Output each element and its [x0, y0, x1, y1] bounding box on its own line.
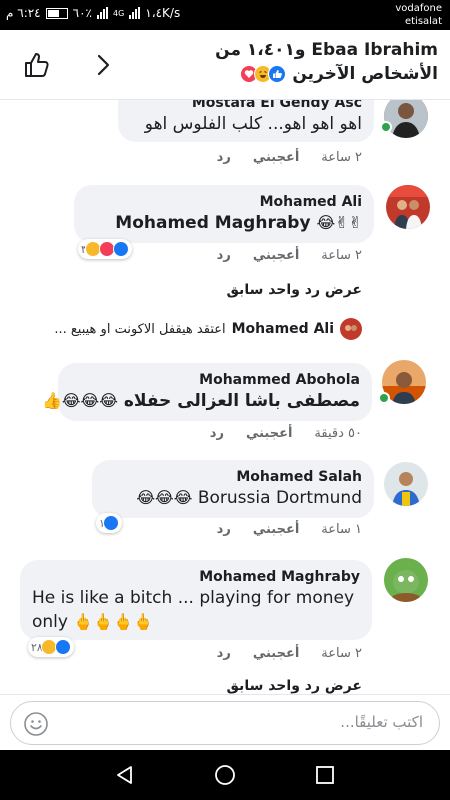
comment-time: ٢ ساعة: [321, 646, 362, 661]
home-icon[interactable]: [214, 764, 236, 786]
smiley-icon[interactable]: [23, 711, 49, 737]
reactors-line-2: الأشخاص الآخرين: [292, 64, 438, 84]
comment-actions: ٢ ساعة أعجبني رد: [217, 248, 362, 263]
comment-emojis: 😂✌✌: [316, 213, 362, 232]
avatar[interactable]: [384, 558, 428, 602]
reactors-summary[interactable]: Ebaa Ibrahim و١،٤٠١ من الأشخاص الآخرين: [98, 38, 438, 86]
comment-input[interactable]: اكتب تعليقًا...: [10, 701, 440, 745]
carrier-2: etisalat: [404, 16, 442, 27]
network-speed: ١،٤K/s: [145, 6, 181, 20]
avatar[interactable]: [384, 462, 428, 506]
comment-text: Borussia Dortmund: [197, 488, 362, 508]
like-link[interactable]: أعجبني: [253, 646, 299, 661]
view-previous-replies[interactable]: عرض رد واحد سابق: [226, 282, 362, 298]
recents-icon[interactable]: [314, 764, 336, 786]
like-link[interactable]: أعجبني: [253, 522, 299, 537]
system-nav-bar: [0, 750, 450, 800]
carrier-names: vodafone etisalat: [395, 2, 442, 28]
comment-text: اهو اهو اهو... كلب الفلوس اهو: [144, 114, 362, 134]
reply-link[interactable]: رد: [217, 646, 231, 661]
comment-time: ٢ ساعة: [321, 248, 362, 263]
reply-link[interactable]: رد: [217, 522, 231, 537]
like-link[interactable]: أعجبني: [253, 150, 299, 165]
comment-author[interactable]: Mostafa El Gendy Asc: [130, 100, 362, 112]
comment-author[interactable]: Mohammed Abohola: [70, 371, 360, 389]
comment-bubble[interactable]: Mohamed Maghraby He is like a bitch ... …: [20, 560, 372, 640]
reaction-count[interactable]: ١: [96, 513, 122, 533]
comment-actions: ٥٠ دقيقة أعجبني رد: [210, 426, 362, 441]
carrier-1: vodafone: [395, 3, 442, 14]
comment-placeholder: اكتب تعليقًا...: [340, 713, 423, 731]
network-type: 4G: [112, 8, 125, 18]
like-icon: [102, 515, 119, 531]
reaction-count[interactable]: ٢٨: [28, 637, 74, 657]
comment-bubble[interactable]: Mohamed Ali Mohamed Maghraby 😂✌✌: [74, 185, 374, 243]
avatar[interactable]: [386, 185, 430, 229]
status-bar: ٦:٢٤ م ٦٠٪ 4G ١،٤K/s vodafone etisalat: [0, 0, 450, 30]
avatar: [340, 318, 362, 340]
comment-emojis: 😂😂😂: [136, 488, 193, 507]
online-indicator: [378, 392, 390, 404]
comment-bubble[interactable]: Mohamed Salah 😂😂😂 Borussia Dortmund: [92, 460, 374, 518]
like-icon: [54, 639, 71, 655]
comment-emojis: 🖕🖕🖕🖕: [73, 612, 154, 631]
comment-author[interactable]: Mohamed Salah: [104, 468, 362, 486]
reply-preview[interactable]: Mohamed Ali اعتقد هيقفل الاكونت او هيبيع…: [54, 318, 362, 340]
like-icon: [268, 65, 287, 83]
view-previous-replies[interactable]: عرض رد واحد سابق: [226, 678, 362, 694]
back-icon[interactable]: [114, 764, 136, 786]
reply-link[interactable]: رد: [217, 150, 231, 165]
comment-author[interactable]: Mohamed Ali: [86, 193, 362, 211]
battery-icon: [45, 7, 68, 19]
comment-emojis: 😂😂😂👍: [41, 391, 118, 410]
clock: ٦:٢٤ م: [6, 6, 41, 20]
comment-list[interactable]: Mostafa El Gendy Asc اهو اهو اهو... كلب …: [0, 100, 450, 694]
online-indicator: [380, 121, 392, 133]
comment-actions: ١ ساعة أعجبني رد: [217, 522, 362, 537]
reaction-icons: [240, 65, 287, 83]
reply-text: اعتقد هيقفل الاكونت او هيبيع ...: [54, 321, 226, 337]
reactors-line-1: Ebaa Ibrahim و١،٤٠١ من: [215, 40, 438, 60]
comment-bubble[interactable]: Mostafa El Gendy Asc اهو اهو اهو... كلب …: [118, 100, 374, 142]
comment-author[interactable]: Mohamed Maghraby: [32, 568, 360, 586]
comment-time: ١ ساعة: [321, 522, 362, 537]
comment-composer: اكتب تعليقًا...: [0, 694, 450, 750]
comment-actions: ٢ ساعة أعجبني رد: [217, 150, 362, 165]
like-thumb-icon[interactable]: [22, 50, 52, 80]
comment-time: ٢ ساعة: [321, 150, 362, 165]
comment-actions: ٢ ساعة أعجبني رد: [217, 646, 362, 661]
mention-link[interactable]: Mohamed Maghraby: [115, 213, 310, 233]
reactions-header: Ebaa Ibrahim و١،٤٠١ من الأشخاص الآخرين: [0, 30, 450, 100]
comment-bubble[interactable]: Mohammed Abohola مصطفى باشا العزالى حفلا…: [42, 363, 372, 421]
reply-link[interactable]: رد: [217, 248, 231, 263]
like-link[interactable]: أعجبني: [253, 248, 299, 263]
battery-level: ٦٠٪: [72, 6, 92, 20]
comment-text: مصطفى باشا العزالى حفلاه: [123, 391, 360, 411]
avatar[interactable]: [384, 100, 428, 138]
like-link[interactable]: أعجبني: [246, 426, 292, 441]
signal-icon-2: [129, 7, 141, 19]
reply-author[interactable]: Mohamed Ali: [232, 321, 334, 337]
reaction-count[interactable]: ٣: [78, 239, 132, 259]
comment-time: ٥٠ دقيقة: [314, 426, 362, 441]
signal-icon: [96, 7, 108, 19]
like-icon: [112, 241, 129, 257]
reply-link[interactable]: رد: [210, 426, 224, 441]
status-left: ٦:٢٤ م ٦٠٪ 4G ١،٤K/s: [6, 6, 180, 20]
